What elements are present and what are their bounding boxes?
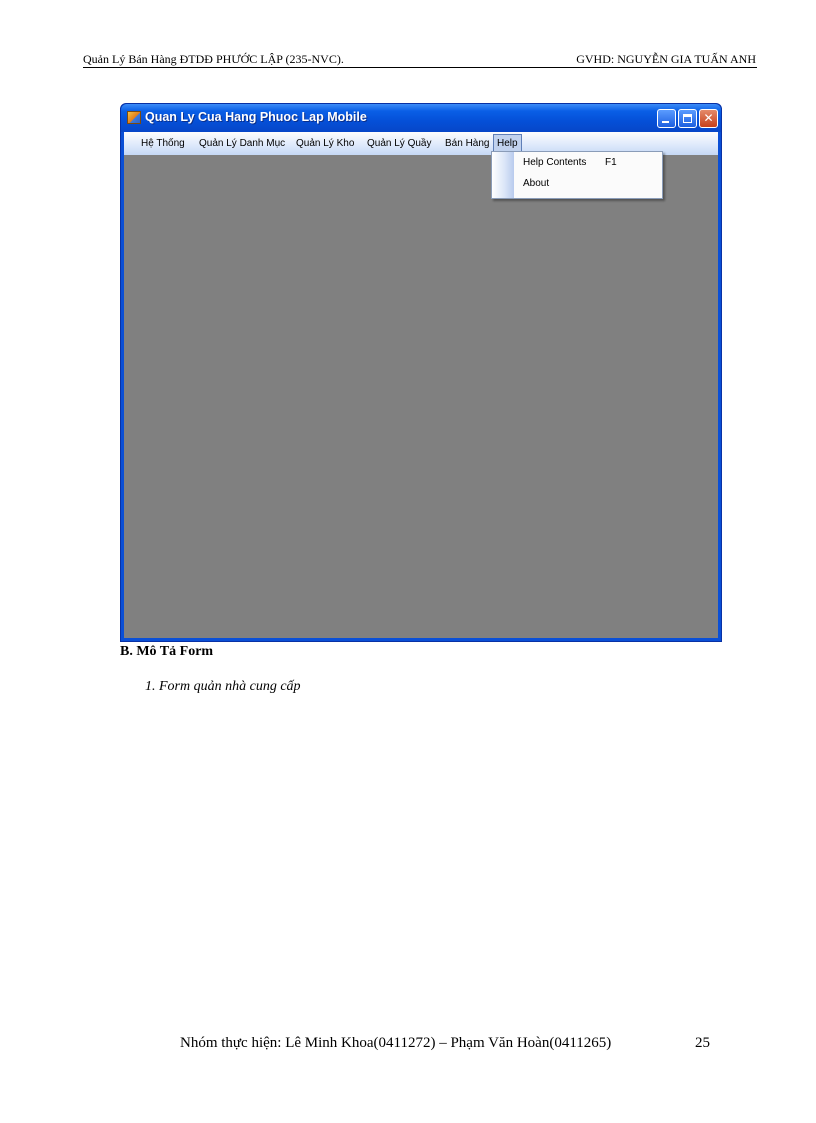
mdi-client-area [124, 155, 718, 638]
window-title: Quan Ly Cua Hang Phuoc Lap Mobile [145, 110, 367, 124]
close-button[interactable]: ✕ [699, 109, 718, 128]
title-bar[interactable]: Quan Ly Cua Hang Phuoc Lap Mobile ✕ [121, 104, 721, 132]
page-header-right: GVHD: NGUYỄN GIA TUẤN ANH [576, 52, 756, 66]
help-dropdown-menu: Help Contents F1 About [491, 151, 663, 199]
app-window: Quan Ly Cua Hang Phuoc Lap Mobile ✕ Hệ T… [120, 103, 722, 642]
menu-item-label: About [523, 178, 550, 189]
maximize-icon [683, 114, 692, 123]
section-heading: B. Mô Tả Form [120, 644, 214, 659]
page-header-left: Quản Lý Bán Hàng ĐTDĐ PHƯỚC LẬP (235-NVC… [83, 52, 344, 66]
minimize-icon [662, 121, 669, 123]
menu-item-help-contents[interactable]: Help Contents F1 [523, 154, 654, 172]
menu-quan-ly-quay[interactable]: Quản Lý Quầy [364, 136, 434, 151]
menu-quan-ly-danh-muc[interactable]: Quản Lý Danh Mục [196, 136, 288, 151]
sub-item: 1. Form quản nhà cung cấp [145, 679, 301, 694]
maximize-button[interactable] [678, 109, 697, 128]
dropdown-image-margin [492, 152, 514, 198]
header-rule [83, 67, 757, 68]
minimize-button[interactable] [657, 109, 676, 128]
menu-ban-hang[interactable]: Bán Hàng [442, 136, 492, 151]
menu-he-thong[interactable]: Hệ Thống [138, 136, 188, 151]
menu-item-shortcut: F1 [605, 157, 617, 168]
page-number: 25 [695, 1035, 710, 1051]
close-icon: ✕ [703, 111, 714, 125]
menu-item-label: Help Contents [523, 157, 587, 168]
page-footer: Nhóm thực hiện: Lê Minh Khoa(0411272) – … [180, 1035, 612, 1051]
menu-quan-ly-kho[interactable]: Quản Lý Kho [293, 136, 357, 151]
app-icon [127, 111, 141, 124]
menu-item-about[interactable]: About [523, 175, 654, 193]
